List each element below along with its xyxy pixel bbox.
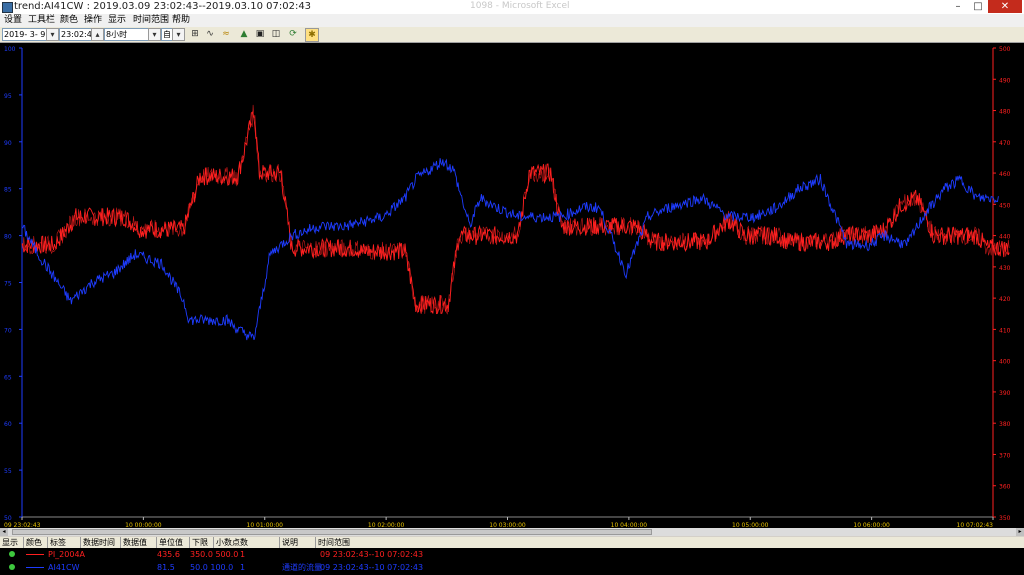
minimize-button[interactable]: – <box>948 0 968 13</box>
scroll-right-button[interactable]: ▸ <box>1016 528 1024 536</box>
anchor-dropdown-button[interactable]: ▾ <box>172 28 185 41</box>
col-unit-value[interactable]: 单位值 <box>157 537 190 548</box>
col-note[interactable]: 说明 <box>280 537 316 548</box>
maximize-button[interactable]: □ <box>968 0 988 13</box>
series-tag: AI41CW <box>48 563 80 572</box>
col-tag[interactable]: 标签 <box>48 537 81 548</box>
right-tick-label: 360 <box>999 484 1011 491</box>
menu-help[interactable]: 帮助 <box>172 14 190 27</box>
col-data-time[interactable]: 数据时间 <box>81 537 121 548</box>
left-tick-label: 75 <box>4 281 12 288</box>
series-note: 通道的流量 <box>282 563 322 572</box>
zoom-icon[interactable]: ✱ <box>305 28 319 42</box>
right-tick-label: 380 <box>999 421 1011 428</box>
left-tick-label: 85 <box>4 187 12 194</box>
series-line <box>21 111 1010 315</box>
right-tick-label: 430 <box>999 265 1011 272</box>
date-dropdown-button[interactable]: ▾ <box>46 28 59 41</box>
series-value: 81.5 <box>157 563 175 572</box>
window-title: trend:AI41CW : 2019.03.09 23:02:43--2019… <box>14 1 312 12</box>
left-tick-label: 100 <box>4 46 16 53</box>
left-tick-label: 70 <box>4 327 12 334</box>
menu-display[interactable]: 显示 <box>108 14 126 27</box>
col-data-value[interactable]: 数据值 <box>121 537 157 548</box>
right-tick-label: 410 <box>999 327 1011 334</box>
refresh-icon[interactable]: ◫ <box>270 28 282 40</box>
trend-chart-svg: 100 95 90 85 80 75 70 65 60 55 50 500 490 480 470 460 45… <box>4 46 1011 528</box>
save-icon[interactable]: ▲ <box>238 28 250 40</box>
trend-chart[interactable]: 100 95 90 85 80 75 70 65 60 55 50 500 490 480 470 460 45… <box>0 43 1024 528</box>
right-tick-label: 480 <box>999 109 1011 116</box>
menu-settings[interactable]: 设置 <box>4 14 22 27</box>
right-tick-label: 500 <box>999 46 1011 53</box>
chart-icon[interactable]: ⊞ <box>189 28 201 40</box>
right-tick-label: 370 <box>999 452 1011 459</box>
left-tick-label: 55 <box>4 468 12 475</box>
sync-icon[interactable]: ⟳ <box>287 28 299 40</box>
title-bar: trend:AI41CW : 2019.03.09 23:02:43--2019… <box>0 0 1024 15</box>
series-line-band <box>21 104 1010 315</box>
legend-row[interactable]: AI41CW 81.5 50.0 100.0 1 通道的流量 09 23:02:… <box>0 561 1024 574</box>
left-tick-label: 95 <box>4 93 12 100</box>
series-color-swatch <box>26 554 44 555</box>
series-line <box>21 158 999 341</box>
date-picker[interactable]: 2019- 3- 9 <box>2 28 47 41</box>
series-decimals: 1 <box>240 550 246 559</box>
range-dropdown-button[interactable]: ▾ <box>148 28 161 41</box>
menu-time-range[interactable]: 时间范围 <box>133 14 169 27</box>
series-range: 09 23:02:43--10 07:02:43 <box>320 563 424 572</box>
series-decimals: 1 <box>240 563 246 572</box>
col-decimals[interactable]: 小数点数 <box>214 537 280 548</box>
right-tick-label: 390 <box>999 390 1011 397</box>
col-lower-limit[interactable]: 下限 <box>190 537 214 548</box>
close-button[interactable]: ✕ <box>988 0 1022 13</box>
legend-table: PI_2004A 435.6 350.0 500.0 1 09 23:02:43… <box>0 548 1024 575</box>
series-limits: 350.0 500.0 <box>190 550 239 559</box>
range-select[interactable]: 8小时 <box>104 28 149 41</box>
left-tick-label: 65 <box>4 374 12 381</box>
series-value: 435.6 <box>157 550 180 559</box>
right-tick-label: 350 <box>999 515 1011 522</box>
scroll-left-button[interactable]: ◂ <box>0 528 8 536</box>
left-tick-label: 50 <box>4 515 12 522</box>
series-limits: 50.0 100.0 <box>190 563 234 572</box>
right-tick-label: 470 <box>999 140 1011 147</box>
left-tick-label: 60 <box>4 421 12 428</box>
wave-icon[interactable]: ∿ <box>204 28 216 40</box>
right-tick-label: 440 <box>999 234 1011 241</box>
menu-operation[interactable]: 操作 <box>84 14 102 27</box>
right-tick-label: 460 <box>999 171 1011 178</box>
right-tick-label: 420 <box>999 296 1011 303</box>
menu-toolbar[interactable]: 工具栏 <box>28 14 55 27</box>
lines-icon[interactable]: ≈ <box>220 28 232 40</box>
scroll-thumb[interactable] <box>12 529 652 535</box>
right-tick-label: 490 <box>999 77 1011 84</box>
right-tick-label: 450 <box>999 202 1011 209</box>
col-display[interactable]: 显示 <box>0 537 24 548</box>
series-range: 09 23:02:43--10 07:02:43 <box>320 550 424 559</box>
visible-toggle[interactable] <box>9 564 15 570</box>
horizontal-scrollbar[interactable]: ◂ ▸ <box>0 528 1024 536</box>
left-tick-label: 90 <box>4 140 12 147</box>
legend-row[interactable]: PI_2004A 435.6 350.0 500.0 1 09 23:02:43… <box>0 548 1024 561</box>
menu-color[interactable]: 颜色 <box>60 14 78 27</box>
time-field[interactable]: 23:02:43 <box>59 28 92 41</box>
series-color-swatch <box>26 567 44 568</box>
print-icon[interactable]: ▣ <box>254 28 266 40</box>
right-tick-label: 400 <box>999 359 1011 366</box>
toolbar: 2019- 3- 9 ▾ 23:02:43 ▴ 8小时 ▾ 自 ▾ ⊞ ∿ ≈ … <box>0 27 1024 43</box>
series-tag: PI_2004A <box>48 550 86 559</box>
col-color[interactable]: 颜色 <box>24 537 48 548</box>
visible-toggle[interactable] <box>9 551 15 557</box>
time-spin-button[interactable]: ▴ <box>91 28 104 41</box>
background-window-title: 1098 - Microsoft Excel <box>470 1 570 11</box>
col-time-range[interactable]: 时间范围 <box>316 537 1024 548</box>
app-icon <box>2 2 13 13</box>
left-tick-label: 80 <box>4 234 12 241</box>
menu-bar: 设置 工具栏 颜色 操作 显示 时间范围 帮助 <box>0 14 1024 28</box>
